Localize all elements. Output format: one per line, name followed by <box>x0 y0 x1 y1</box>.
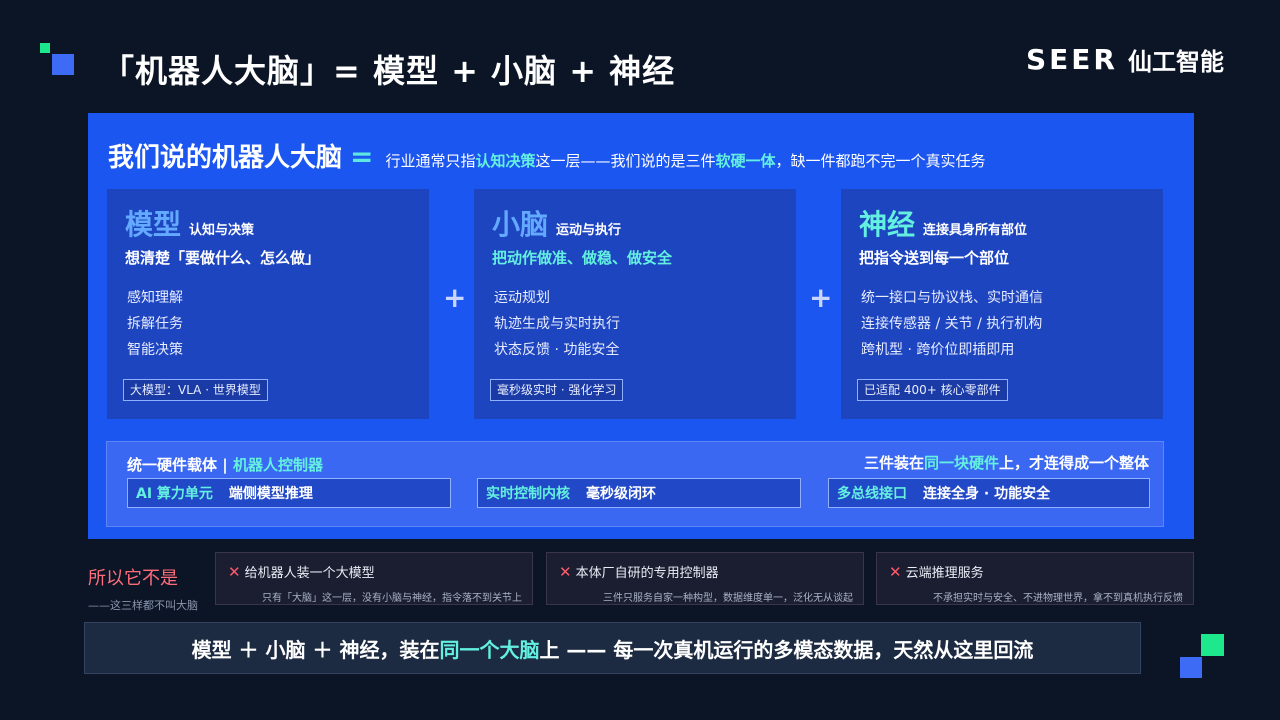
card-header: 模型 认知与决策 <box>125 203 254 243</box>
headline-highlight-2: 软硬一体 <box>715 152 776 170</box>
cross-icon: ✕ <box>889 562 902 581</box>
headline-main: 我们说的机器人大脑 <box>108 143 343 173</box>
card-cerebellum: 小脑 运动与执行 把动作做准、做稳、做安全 运动规划 轨迹生成与实时执行 状态反… <box>474 189 796 419</box>
chip-key: 实时控制内核 <box>486 486 570 502</box>
card-badge: 已适配 400+ 核心零部件 <box>857 379 1008 401</box>
list-item: 轨迹生成与实时执行 <box>494 316 620 332</box>
card-model: 模型 认知与决策 想清楚「要做什么、怎么做」 感知理解 拆解任务 智能决策 大模… <box>107 189 429 419</box>
negative-title-text: 云端推理服务 <box>905 566 984 581</box>
chip-value: 连接全身 · 功能安全 <box>923 486 1051 502</box>
brand-logo: SEER 仙工智能 <box>1026 42 1224 77</box>
card-name: 神经 <box>859 208 916 241</box>
footer-a: 模型 ＋ 小脑 ＋ 神经，装在 <box>191 637 440 662</box>
negative-title: ✕ 给机器人装一个大模型 <box>228 562 375 582</box>
not-title: 所以它不是 <box>88 568 178 589</box>
card-tag: 运动与执行 <box>556 223 622 238</box>
footer-b: 上 —— 每一次真机运行的多模态数据，天然从这里回流 <box>539 637 1034 662</box>
headline-equals: = <box>350 140 374 173</box>
chip-key: 多总线接口 <box>837 486 907 502</box>
hardware-label: 统一硬件载体 | 机器人控制器 <box>127 454 323 475</box>
negative-desc: 三件只服务自家一种构型，数据维度单一，泛化无从谈起 <box>603 593 853 604</box>
footer-highlight: 同一个大脑 <box>439 637 540 662</box>
list-item: 拆解任务 <box>127 316 183 332</box>
headline-mid: 这一层——我们说的是三件 <box>535 152 716 170</box>
card-subtitle: 把动作做准、做稳、做安全 <box>492 249 673 267</box>
hardware-label-b: 机器人控制器 <box>232 456 323 474</box>
deco-square-blue-bottom <box>1180 657 1202 678</box>
panel-headline: 我们说的机器人大脑 = 行业通常只指认知决策这一层——我们说的是三件软硬一体，缺… <box>108 137 986 174</box>
card-tag: 连接具身所有部位 <box>923 223 1028 238</box>
brand-latin: SEER <box>1026 43 1118 76</box>
headline-post: ，缺一件都跑不完一个真实任务 <box>775 152 986 170</box>
hardware-note-c: 上，才连得成一个整体 <box>998 454 1149 472</box>
negative-title-text: 给机器人装一个大模型 <box>244 566 375 581</box>
hardware-note-a: 三件装在 <box>863 454 924 472</box>
plus-sign: + <box>809 281 833 314</box>
negative-card: ✕ 给机器人装一个大模型 只有「大脑」这一层，没有小脑与神经，指令落不到关节上 <box>215 552 533 605</box>
card-name: 模型 <box>125 208 182 241</box>
hardware-note-b: 同一块硬件 <box>923 454 999 472</box>
card-subtitle: 想清楚「要做什么、怎么做」 <box>125 249 321 267</box>
not-subtitle: ——这三样都不叫大脑 <box>88 599 198 612</box>
list-item: 感知理解 <box>127 290 183 306</box>
card-list: 运动规划 轨迹生成与实时执行 状态反馈 · 功能安全 <box>494 285 620 363</box>
headline-highlight-1: 认知决策 <box>475 152 536 170</box>
cross-icon: ✕ <box>228 562 241 581</box>
chip-value: 端侧模型推理 <box>228 486 313 502</box>
negative-card: ✕ 本体厂自研的专用控制器 三件只服务自家一种构型，数据维度单一，泛化无从谈起 <box>546 552 864 605</box>
list-item: 状态反馈 · 功能安全 <box>494 342 620 358</box>
hardware-chip: 实时控制内核 毫秒级闭环 <box>477 478 801 508</box>
chip-value: 毫秒级闭环 <box>586 486 656 502</box>
list-item: 跨机型 · 跨价位即插即用 <box>861 342 1015 358</box>
negative-title-text: 本体厂自研的专用控制器 <box>575 566 719 581</box>
headline-description: 行业通常只指认知决策这一层——我们说的是三件软硬一体，缺一件都跑不完一个真实任务 <box>385 150 985 171</box>
card-name: 小脑 <box>492 208 549 241</box>
list-item: 运动规划 <box>494 290 550 306</box>
hardware-chip: 多总线接口 连接全身 · 功能安全 <box>828 478 1150 508</box>
hardware-box: 统一硬件载体 | 机器人控制器 三件装在同一块硬件上，才连得成一个整体 AI 算… <box>106 441 1164 527</box>
negative-title: ✕ 本体厂自研的专用控制器 <box>559 562 719 582</box>
negative-card: ✕ 云端推理服务 不承担实时与安全、不进物理世界，拿不到真机执行反馈 <box>876 552 1194 605</box>
card-header: 神经 连接具身所有部位 <box>859 203 1027 243</box>
list-item: 智能决策 <box>127 342 183 358</box>
list-item: 连接传感器 / 关节 / 执行机构 <box>861 316 1043 332</box>
card-subtitle: 把指令送到每一个部位 <box>859 249 1010 267</box>
negative-desc: 只有「大脑」这一层，没有小脑与神经，指令落不到关节上 <box>262 593 522 604</box>
hardware-label-a: 统一硬件载体 | <box>127 456 233 474</box>
chip-key: AI 算力单元 <box>136 486 213 502</box>
card-header: 小脑 运动与执行 <box>492 203 621 243</box>
card-badge: 毫秒级实时 · 强化学习 <box>490 379 624 401</box>
hardware-chip: AI 算力单元 端侧模型推理 <box>127 478 451 508</box>
card-tag: 认知与决策 <box>189 223 255 238</box>
list-item: 统一接口与协议栈、实时通信 <box>861 290 1043 306</box>
page-title: 「机器人大脑」= 模型 + 小脑 + 神经 <box>102 52 676 90</box>
main-panel: 我们说的机器人大脑 = 行业通常只指认知决策这一层——我们说的是三件软硬一体，缺… <box>88 113 1194 539</box>
card-badge: 大模型：VLA · 世界模型 <box>123 379 268 401</box>
footer-banner: 模型 ＋ 小脑 ＋ 神经，装在 同一个大脑上 —— 每一次真机运行的多模态数据，天… <box>84 622 1141 674</box>
deco-square-green-bottom <box>1201 634 1224 656</box>
plus-sign: + <box>443 281 467 314</box>
brand-cn: 仙工智能 <box>1128 48 1224 76</box>
negative-desc: 不承担实时与安全、不进物理世界，拿不到真机执行反馈 <box>933 593 1183 604</box>
negative-title: ✕ 云端推理服务 <box>889 562 984 582</box>
card-list: 统一接口与协议栈、实时通信 连接传感器 / 关节 / 执行机构 跨机型 · 跨价… <box>861 285 1043 363</box>
cross-icon: ✕ <box>559 562 572 581</box>
deco-square-green-top <box>40 43 50 53</box>
headline-pre: 行业通常只指 <box>385 152 476 170</box>
deco-square-blue-top <box>52 54 74 75</box>
card-list: 感知理解 拆解任务 智能决策 <box>127 285 183 363</box>
hardware-note: 三件装在同一块硬件上，才连得成一个整体 <box>864 452 1149 473</box>
card-nerve: 神经 连接具身所有部位 把指令送到每一个部位 统一接口与协议栈、实时通信 连接传… <box>841 189 1163 419</box>
